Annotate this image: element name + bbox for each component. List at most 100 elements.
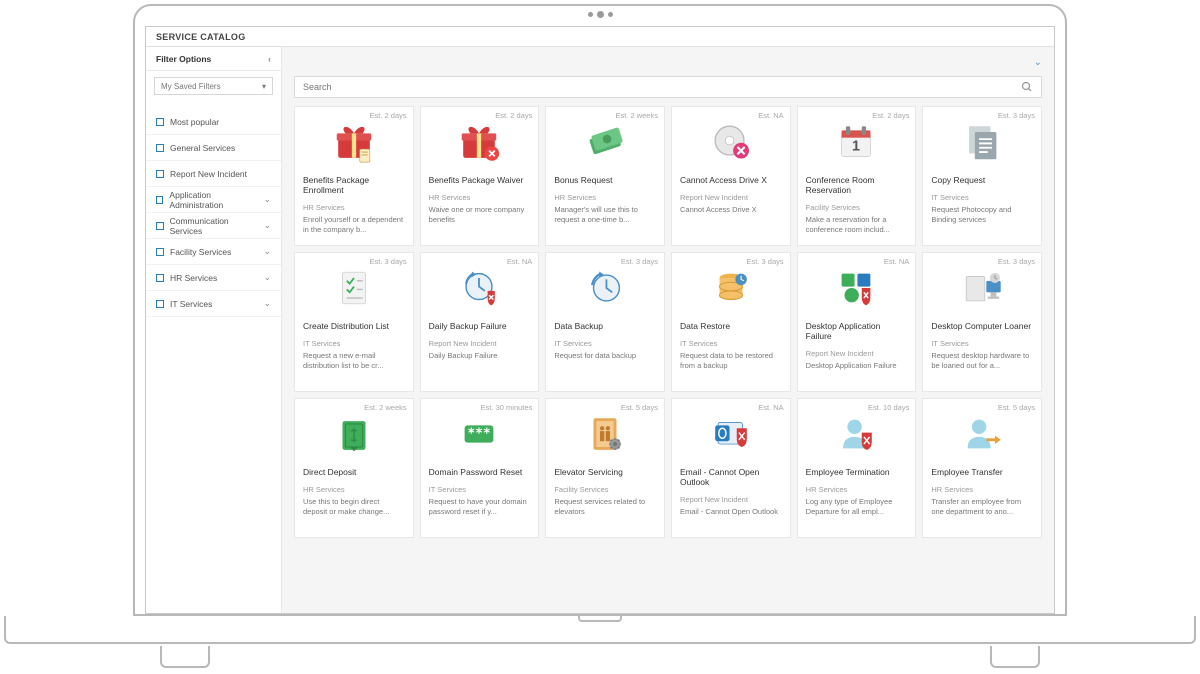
doc-icon bbox=[931, 113, 1033, 171]
chevron-down-icon: ⌄ bbox=[263, 246, 271, 257]
search-icon[interactable] bbox=[1021, 81, 1033, 93]
catalog-card[interactable]: Est. 5 days Employee Transfer HR Service… bbox=[922, 398, 1042, 538]
saved-filters-dropdown[interactable]: My Saved Filters ▾ bbox=[154, 77, 273, 95]
card-estimate: Est. 30 minutes bbox=[481, 403, 533, 412]
filter-options-label: Filter Options bbox=[156, 54, 211, 64]
card-estimate: Est. 5 days bbox=[998, 403, 1035, 412]
filter-list: Most popular General Services Report New… bbox=[146, 103, 281, 323]
checkbox-icon[interactable] bbox=[156, 300, 164, 308]
card-description: Request a new e-mail distribution list t… bbox=[303, 351, 405, 370]
card-title: Bonus Request bbox=[554, 175, 656, 185]
filter-label: Most popular bbox=[170, 117, 219, 127]
chevron-down-icon: ⌄ bbox=[263, 272, 271, 283]
checkbox-icon[interactable] bbox=[156, 248, 164, 256]
elevator-icon bbox=[554, 405, 656, 463]
card-title: Daily Backup Failure bbox=[429, 321, 531, 331]
card-category: Report New Incident bbox=[680, 193, 782, 202]
catalog-card[interactable]: Est. 3 days Desktop Computer Loaner IT S… bbox=[922, 252, 1042, 392]
filter-item-facility-services[interactable]: Facility Services ⌄ bbox=[146, 239, 281, 265]
card-category: HR Services bbox=[429, 193, 531, 202]
gift-x-icon bbox=[429, 113, 531, 171]
filter-item-report-new-incident[interactable]: Report New Incident bbox=[146, 161, 281, 187]
catalog-card[interactable]: Est. 2 days 1 Conference Room Reservatio… bbox=[797, 106, 917, 246]
chevron-down-icon: ⌄ bbox=[263, 194, 271, 205]
checkbox-icon[interactable] bbox=[156, 170, 164, 178]
catalog-card[interactable]: Est. 3 days Data Restore IT Services Req… bbox=[671, 252, 791, 392]
catalog-card[interactable]: Est. NA Desktop Application Failure Repo… bbox=[797, 252, 917, 392]
catalog-card[interactable]: Est. NA Cannot Access Drive X Report New… bbox=[671, 106, 791, 246]
checkbox-icon[interactable] bbox=[156, 274, 164, 282]
card-estimate: Est. NA bbox=[884, 257, 909, 266]
card-description: Request for data backup bbox=[554, 351, 656, 360]
screen: SERVICE CATALOG Filter Options ‹ My Save… bbox=[145, 26, 1055, 614]
catalog-card[interactable]: Est. 2 weeks Bonus Request HR Services M… bbox=[545, 106, 665, 246]
card-estimate: Est. 5 days bbox=[621, 403, 658, 412]
money-icon bbox=[303, 405, 405, 463]
app-title: SERVICE CATALOG bbox=[156, 32, 246, 42]
filter-options-header[interactable]: Filter Options ‹ bbox=[146, 47, 281, 71]
filter-item-it-services[interactable]: IT Services ⌄ bbox=[146, 291, 281, 317]
checkbox-icon[interactable] bbox=[156, 144, 164, 152]
card-title: Email - Cannot Open Outlook bbox=[680, 467, 782, 487]
person-arrow-icon bbox=[931, 405, 1033, 463]
chevron-left-icon: ‹ bbox=[268, 54, 271, 64]
search-input[interactable] bbox=[303, 82, 1021, 92]
card-title: Create Distribution List bbox=[303, 321, 405, 331]
filter-label: Report New Incident bbox=[170, 169, 247, 179]
disc-x-icon bbox=[680, 113, 782, 171]
laptop-foot-right bbox=[990, 646, 1040, 668]
catalog-card[interactable]: Est. 2 weeks Direct Deposit HR Services … bbox=[294, 398, 414, 538]
catalog-card[interactable]: Est. 3 days Copy Request IT Services Req… bbox=[922, 106, 1042, 246]
card-estimate: Est. 2 days bbox=[495, 111, 532, 120]
filter-label: Facility Services bbox=[170, 247, 231, 257]
checkbox-icon[interactable] bbox=[156, 222, 164, 230]
card-estimate: Est. NA bbox=[507, 257, 532, 266]
catalog-card[interactable]: Est. 5 days Elevator Servicing Facility … bbox=[545, 398, 665, 538]
filter-label: HR Services bbox=[170, 273, 217, 283]
catalog-card[interactable]: Est. 3 days Data Backup IT Services Requ… bbox=[545, 252, 665, 392]
card-estimate: Est. NA bbox=[758, 403, 783, 412]
card-category: IT Services bbox=[303, 339, 405, 348]
filter-label: General Services bbox=[170, 143, 235, 153]
sidebar: Filter Options ‹ My Saved Filters ▾ Most… bbox=[146, 47, 282, 613]
catalog-grid: Est. 2 days Benefits Package Enrollment … bbox=[294, 106, 1042, 538]
checkbox-icon[interactable] bbox=[156, 196, 163, 204]
card-description: Enroll yourself or a dependent in the co… bbox=[303, 215, 405, 234]
card-title: Desktop Computer Loaner bbox=[931, 321, 1033, 331]
catalog-card[interactable]: Est. 3 days Create Distribution List IT … bbox=[294, 252, 414, 392]
card-title: Employee Transfer bbox=[931, 467, 1033, 477]
filter-item-application-administration[interactable]: Application Administration ⌄ bbox=[146, 187, 281, 213]
checkbox-icon[interactable] bbox=[156, 118, 164, 126]
card-title: Cannot Access Drive X bbox=[680, 175, 782, 185]
catalog-card[interactable]: Est. 2 days Benefits Package Enrollment … bbox=[294, 106, 414, 246]
collapse-toggle-icon[interactable]: ⌄ bbox=[1034, 57, 1042, 68]
card-description: Email - Cannot Open Outlook bbox=[680, 507, 782, 516]
card-description: Request services related to elevators bbox=[554, 497, 656, 516]
catalog-card[interactable]: Est. NA Email - Cannot Open Outlook Repo… bbox=[671, 398, 791, 538]
camera-bar bbox=[135, 6, 1065, 22]
catalog-card[interactable]: Est. 2 days Benefits Package Waiver HR S… bbox=[420, 106, 540, 246]
filter-item-most-popular[interactable]: Most popular bbox=[146, 109, 281, 135]
computer-icon bbox=[931, 259, 1033, 317]
card-title: Domain Password Reset bbox=[429, 467, 531, 477]
card-estimate: Est. 2 weeks bbox=[615, 111, 658, 120]
card-category: HR Services bbox=[554, 193, 656, 202]
chevron-down-icon: ⌄ bbox=[263, 298, 271, 309]
main-area: ⌄ Est. 2 days Benefits Package Enrollmen… bbox=[282, 47, 1054, 613]
card-description: Transfer an employee from one department… bbox=[931, 497, 1033, 516]
clock-shield-icon bbox=[429, 259, 531, 317]
catalog-card[interactable]: Est. 10 days Employee Termination HR Ser… bbox=[797, 398, 917, 538]
catalog-card[interactable]: Est. NA Daily Backup Failure Report New … bbox=[420, 252, 540, 392]
filter-item-general-services[interactable]: General Services bbox=[146, 135, 281, 161]
card-estimate: Est. 10 days bbox=[868, 403, 909, 412]
catalog-card[interactable]: Est. 30 minutes *** Domain Password Rese… bbox=[420, 398, 540, 538]
search-bar[interactable] bbox=[294, 76, 1042, 98]
filter-item-communication-services[interactable]: Communication Services ⌄ bbox=[146, 213, 281, 239]
card-description: Request data to be restored from a backu… bbox=[680, 351, 782, 370]
database-icon bbox=[680, 259, 782, 317]
card-estimate: Est. 3 days bbox=[998, 111, 1035, 120]
card-category: IT Services bbox=[554, 339, 656, 348]
card-category: Report New Incident bbox=[806, 349, 908, 358]
laptop-base bbox=[4, 616, 1196, 644]
filter-item-hr-services[interactable]: HR Services ⌄ bbox=[146, 265, 281, 291]
